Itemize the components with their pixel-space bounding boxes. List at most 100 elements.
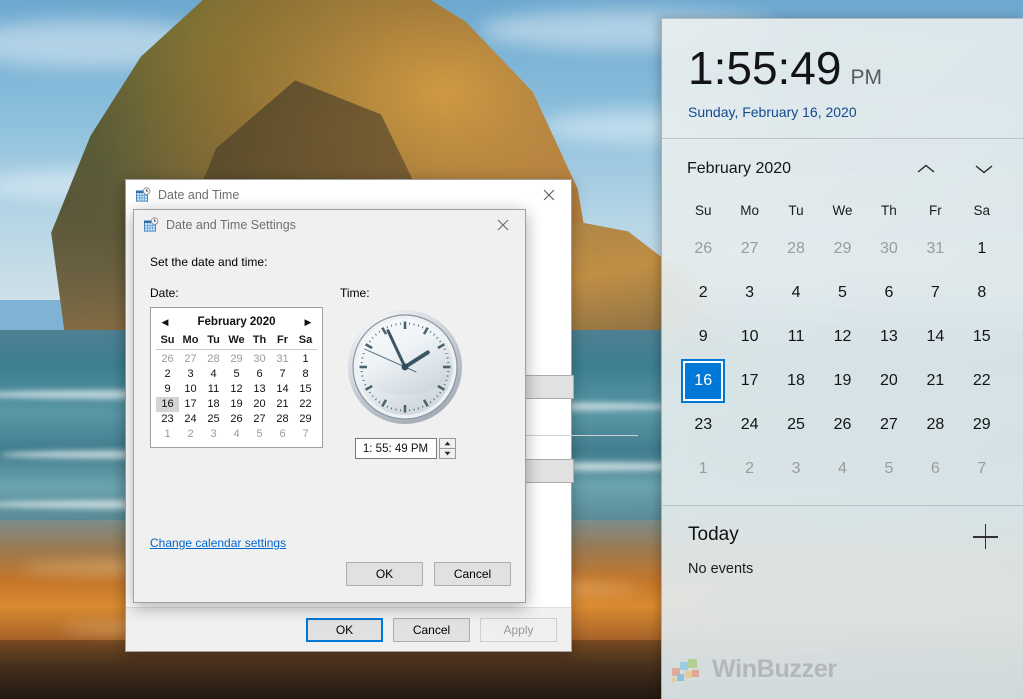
flyout-day-cell[interactable]: 16 bbox=[680, 359, 726, 403]
close-icon[interactable] bbox=[526, 180, 571, 209]
mini-day-cell[interactable]: 2 bbox=[179, 427, 202, 442]
flyout-day-cell[interactable]: 30 bbox=[866, 227, 912, 271]
flyout-day-cell[interactable]: 26 bbox=[680, 227, 726, 271]
flyout-day-cell[interactable]: 9 bbox=[680, 315, 726, 359]
flyout-day-cell[interactable]: 3 bbox=[773, 447, 819, 491]
flyout-day-cell[interactable]: 22 bbox=[959, 359, 1005, 403]
triangle-left-icon[interactable]: ◀ bbox=[159, 317, 171, 328]
ok-button[interactable]: OK bbox=[346, 562, 423, 586]
close-icon[interactable] bbox=[480, 210, 525, 239]
mini-day-cell[interactable]: 8 bbox=[294, 367, 317, 382]
mini-day-cell[interactable]: 17 bbox=[179, 397, 202, 412]
flyout-day-cell[interactable]: 6 bbox=[912, 447, 958, 491]
cancel-button[interactable]: Cancel bbox=[393, 617, 470, 642]
mini-day-cell[interactable]: 15 bbox=[294, 382, 317, 397]
flyout-day-cell[interactable]: 2 bbox=[726, 447, 772, 491]
mini-day-cell[interactable]: 13 bbox=[248, 382, 271, 397]
flyout-day-cell[interactable]: 4 bbox=[819, 447, 865, 491]
flyout-day-cell[interactable]: 28 bbox=[912, 403, 958, 447]
change-calendar-settings-link[interactable]: Change calendar settings bbox=[150, 536, 286, 550]
flyout-day-cell[interactable]: 25 bbox=[773, 403, 819, 447]
flyout-day-cell[interactable]: 19 bbox=[819, 359, 865, 403]
flyout-day-cell[interactable]: 3 bbox=[726, 271, 772, 315]
flyout-day-cell[interactable]: 2 bbox=[680, 271, 726, 315]
flyout-day-cell[interactable]: 28 bbox=[773, 227, 819, 271]
flyout-day-cell[interactable]: 8 bbox=[959, 271, 1005, 315]
mini-day-cell[interactable]: 7 bbox=[271, 367, 294, 382]
mini-day-cell[interactable]: 7 bbox=[294, 427, 317, 442]
flyout-day-cell[interactable]: 27 bbox=[866, 403, 912, 447]
flyout-day-cell[interactable]: 23 bbox=[680, 403, 726, 447]
mini-day-cell[interactable]: 1 bbox=[294, 352, 317, 367]
mini-day-cell[interactable]: 25 bbox=[202, 412, 225, 427]
mini-day-cell[interactable]: 26 bbox=[225, 412, 248, 427]
spinner-down-icon[interactable] bbox=[438, 448, 456, 459]
mini-day-cell[interactable]: 3 bbox=[202, 427, 225, 442]
mini-selected-day[interactable]: 16 bbox=[156, 397, 179, 412]
mini-day-cell[interactable]: 18 bbox=[202, 397, 225, 412]
time-input[interactable]: 1: 55: 49 PM bbox=[354, 438, 437, 459]
flyout-day-cell[interactable]: 24 bbox=[726, 403, 772, 447]
flyout-calendar-title[interactable]: February 2020 bbox=[687, 160, 791, 178]
mini-day-cell[interactable]: 12 bbox=[225, 382, 248, 397]
flyout-day-cell[interactable]: 13 bbox=[866, 315, 912, 359]
mini-day-cell[interactable]: 11 bbox=[202, 382, 225, 397]
flyout-day-cell[interactable]: 12 bbox=[819, 315, 865, 359]
mini-day-cell[interactable]: 9 bbox=[156, 382, 179, 397]
triangle-right-icon[interactable]: ▶ bbox=[302, 317, 314, 328]
mini-day-cell[interactable]: 3 bbox=[179, 367, 202, 382]
flyout-day-cell[interactable]: 1 bbox=[959, 227, 1005, 271]
flyout-day-cell[interactable]: 7 bbox=[912, 271, 958, 315]
mini-day-cell[interactable]: 5 bbox=[225, 367, 248, 382]
flyout-day-cell[interactable]: 29 bbox=[959, 403, 1005, 447]
ok-button[interactable]: OK bbox=[306, 617, 383, 642]
mini-day-cell[interactable]: 30 bbox=[248, 352, 271, 367]
mini-day-cell[interactable]: 5 bbox=[248, 427, 271, 442]
mini-day-cell[interactable]: 26 bbox=[156, 352, 179, 367]
mini-day-cell[interactable]: 27 bbox=[248, 412, 271, 427]
mini-day-cell[interactable]: 22 bbox=[294, 397, 317, 412]
cancel-button[interactable]: Cancel bbox=[434, 562, 511, 586]
mini-day-cell[interactable]: 27 bbox=[179, 352, 202, 367]
mini-day-cell[interactable]: 28 bbox=[202, 352, 225, 367]
chevron-up-icon[interactable] bbox=[911, 156, 941, 182]
mini-day-cell[interactable]: 6 bbox=[271, 427, 294, 442]
chevron-down-icon[interactable] bbox=[969, 156, 999, 182]
flyout-day-cell[interactable]: 6 bbox=[866, 271, 912, 315]
mini-day-cell[interactable]: 21 bbox=[271, 397, 294, 412]
mini-day-cell[interactable]: 10 bbox=[179, 382, 202, 397]
flyout-day-cell[interactable]: 1 bbox=[680, 447, 726, 491]
flyout-day-cell[interactable]: 14 bbox=[912, 315, 958, 359]
mini-day-cell[interactable]: 1 bbox=[156, 427, 179, 442]
flyout-day-cell[interactable]: 18 bbox=[773, 359, 819, 403]
mini-day-cell[interactable]: 29 bbox=[225, 352, 248, 367]
flyout-day-cell[interactable]: 26 bbox=[819, 403, 865, 447]
mini-day-cell[interactable]: 6 bbox=[248, 367, 271, 382]
mini-day-cell[interactable]: 4 bbox=[225, 427, 248, 442]
mini-day-cell[interactable]: 4 bbox=[202, 367, 225, 382]
flyout-day-cell[interactable]: 29 bbox=[819, 227, 865, 271]
flyout-day-cell[interactable]: 27 bbox=[726, 227, 772, 271]
mini-day-cell[interactable]: 28 bbox=[271, 412, 294, 427]
mini-day-cell[interactable]: 19 bbox=[225, 397, 248, 412]
spinner-up-icon[interactable] bbox=[438, 438, 456, 449]
flyout-day-cell[interactable]: 5 bbox=[819, 271, 865, 315]
flyout-day-cell[interactable]: 4 bbox=[773, 271, 819, 315]
flyout-day-cell[interactable]: 17 bbox=[726, 359, 772, 403]
flyout-day-cell[interactable]: 11 bbox=[773, 315, 819, 359]
flyout-day-cell[interactable]: 7 bbox=[959, 447, 1005, 491]
mini-day-cell[interactable]: 24 bbox=[179, 412, 202, 427]
flyout-day-cell[interactable]: 15 bbox=[959, 315, 1005, 359]
flyout-day-cell[interactable]: 10 bbox=[726, 315, 772, 359]
flyout-day-cell[interactable]: 31 bbox=[912, 227, 958, 271]
mini-day-cell[interactable]: 23 bbox=[156, 412, 179, 427]
mini-day-cell[interactable]: 14 bbox=[271, 382, 294, 397]
mini-day-cell[interactable]: 29 bbox=[294, 412, 317, 427]
mini-day-cell[interactable]: 2 bbox=[156, 367, 179, 382]
flyout-day-cell[interactable]: 5 bbox=[866, 447, 912, 491]
mini-day-cell[interactable]: 20 bbox=[248, 397, 271, 412]
flyout-selected-day[interactable]: 16 bbox=[681, 359, 726, 403]
flyout-day-cell[interactable]: 20 bbox=[866, 359, 912, 403]
plus-icon[interactable] bbox=[973, 524, 999, 550]
flyout-day-cell[interactable]: 21 bbox=[912, 359, 958, 403]
